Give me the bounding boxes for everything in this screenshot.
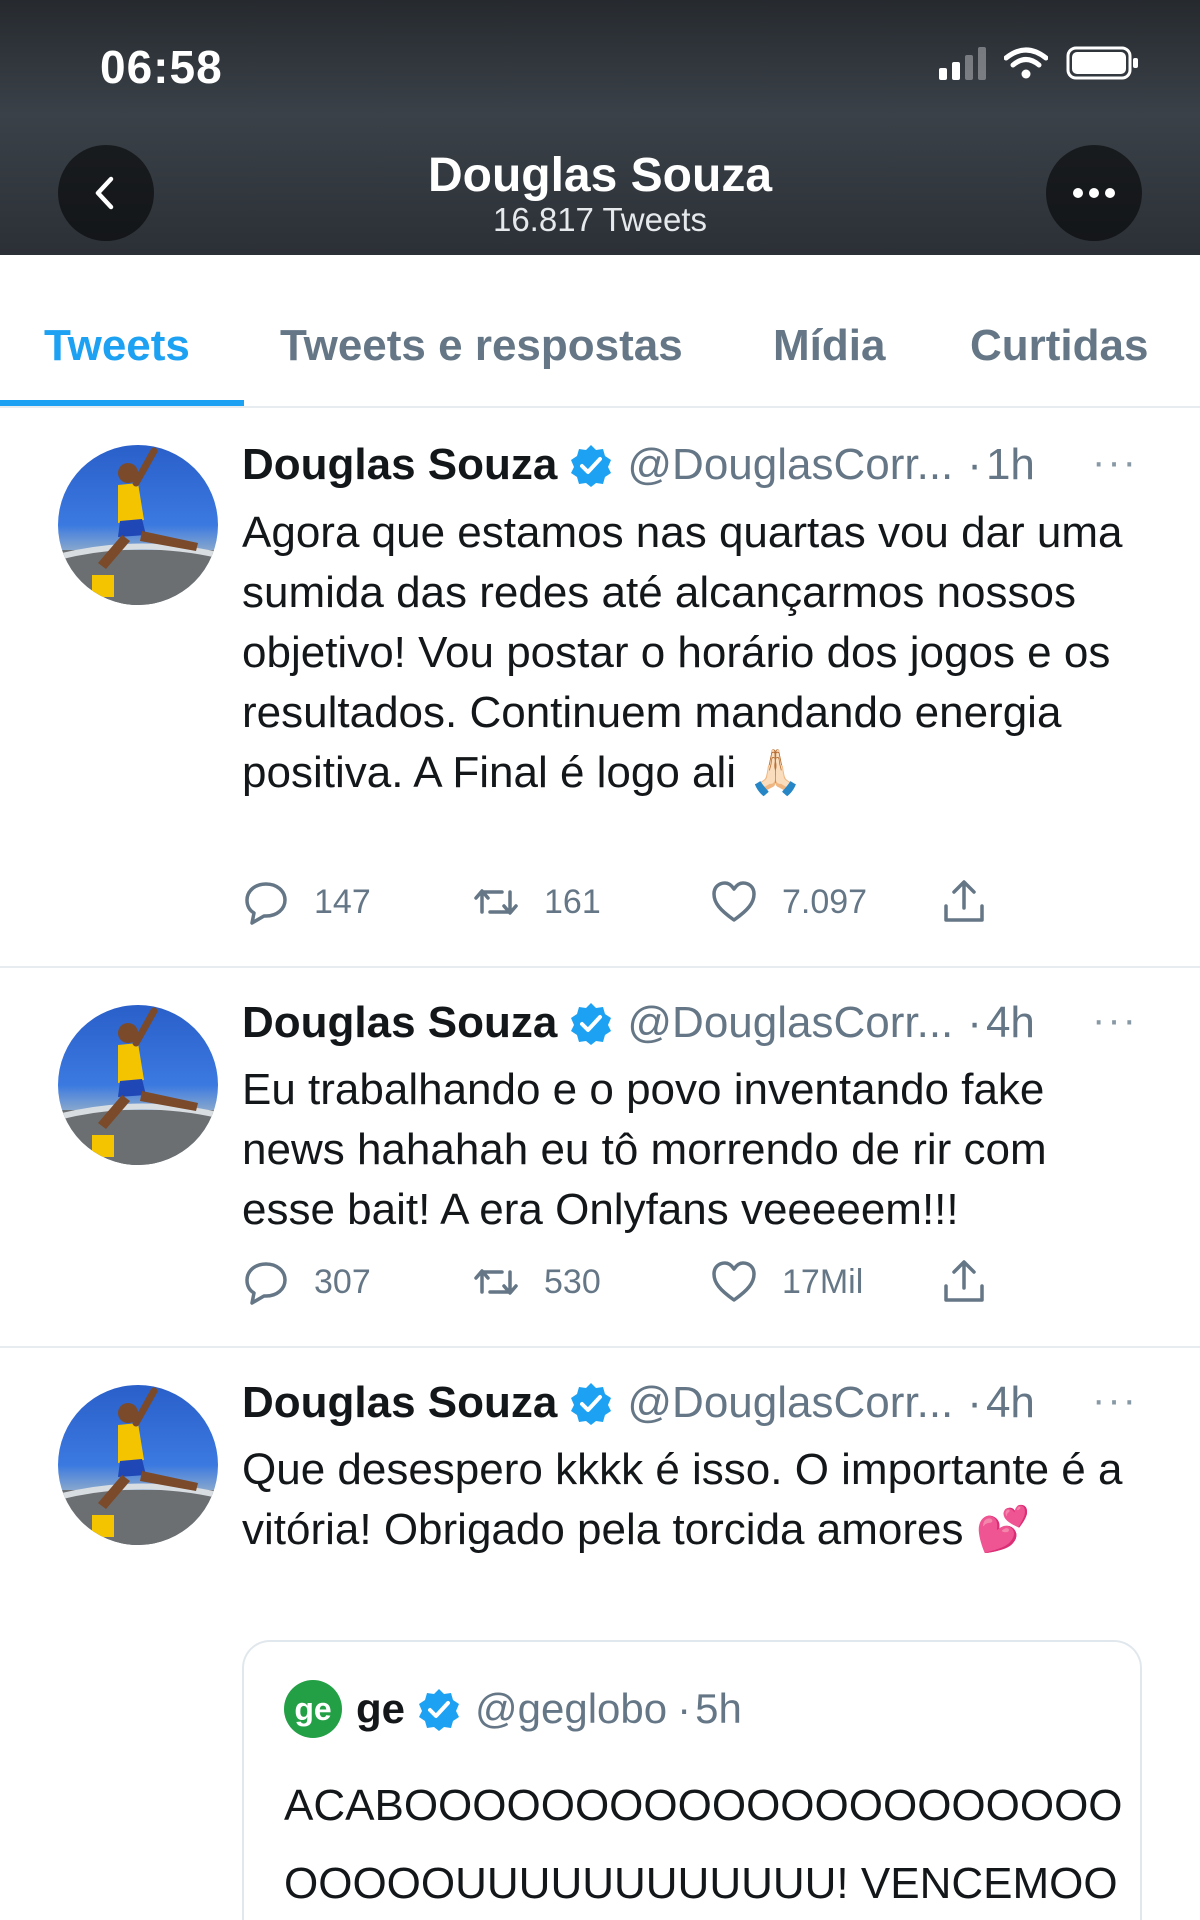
author-handle[interactable]: @DouglasCorr...: [627, 440, 953, 490]
tweet[interactable]: Douglas Souza @DouglasCorr... · 4h ··· E…: [0, 968, 1200, 1348]
share-icon: [944, 1260, 984, 1302]
author-name[interactable]: Douglas Souza: [242, 440, 557, 490]
like-button[interactable]: 7.097: [710, 878, 867, 926]
signal-icon: [939, 46, 986, 80]
separator-dot: ·: [967, 998, 982, 1047]
avatar-image: [58, 1007, 218, 1165]
tweet-menu-icon[interactable]: ···: [1092, 1378, 1138, 1423]
reply-button[interactable]: 147: [242, 878, 371, 926]
tweet-header: Douglas Souza @DouglasCorr... · 4h: [242, 998, 1035, 1048]
tweet-actions: 307 530 17Mil: [242, 1258, 1142, 1318]
retweet-icon: [474, 1269, 518, 1295]
heart-icon: [712, 1261, 756, 1302]
reply-count: 147: [314, 882, 371, 921]
reply-count: 307: [314, 1262, 371, 1301]
tweet-time[interactable]: 4h: [986, 998, 1035, 1048]
profile-header: 06:58 Douglas Souza 16.817 Tweets: [0, 0, 1200, 255]
tab-media[interactable]: Mídia: [773, 321, 885, 371]
quoted-author-handle: @geglobo: [475, 1685, 668, 1732]
quoted-tweet-time: 5h: [695, 1685, 742, 1732]
tweet[interactable]: Douglas Souza @DouglasCorr... · 1h ··· A…: [0, 408, 1200, 968]
active-tab-indicator: [0, 400, 244, 406]
tweet-text: Eu trabalhando e o povo inventando fake …: [242, 1065, 1047, 1234]
battery-icon: [1066, 46, 1138, 80]
avatar[interactable]: [58, 1385, 218, 1545]
retweet-icon: [474, 889, 518, 915]
tweet-actions: 147 161 7.097: [242, 878, 1142, 938]
tweet-text: Que desespero kkkk é isso. O importante …: [242, 1445, 1123, 1554]
separator-dot: ·: [967, 1378, 982, 1427]
retweet-button[interactable]: 530: [472, 1258, 601, 1306]
avatar-image: [58, 1387, 218, 1545]
tweet-menu-icon[interactable]: ···: [1092, 440, 1138, 485]
verified-badge-icon: [571, 1383, 612, 1425]
like-count: 7.097: [782, 882, 868, 921]
tab-tweets-and-replies[interactable]: Tweets e respostas: [280, 321, 683, 371]
tweet-header: Douglas Souza @DouglasCorr... · 1h: [242, 440, 1035, 490]
tweet[interactable]: Douglas Souza @DouglasCorr... · 4h ··· Q…: [0, 1348, 1200, 1920]
status-icons: [939, 46, 1140, 80]
quoted-tweet-header: ge ge @geglobo · 5h: [284, 1680, 742, 1738]
reply-button[interactable]: 307: [242, 1258, 371, 1306]
tweet-header: Douglas Souza @DouglasCorr... · 4h: [242, 1378, 1035, 1428]
tweet-count: 16.817 Tweets: [492, 201, 708, 238]
separator-dot: ·: [677, 1685, 692, 1732]
wifi-icon: [1004, 47, 1048, 79]
separator-dot: ·: [967, 440, 982, 489]
share-button[interactable]: [940, 878, 1012, 926]
author-handle[interactable]: @DouglasCorr...: [627, 1378, 953, 1428]
author-handle[interactable]: @DouglasCorr...: [627, 998, 953, 1048]
like-count: 17Mil: [782, 1262, 864, 1301]
profile-tabs: Tweets Tweets e respostas Mídia Curtidas: [0, 255, 1200, 408]
tab-likes[interactable]: Curtidas: [970, 321, 1148, 371]
tweet-time[interactable]: 1h: [986, 440, 1035, 490]
quoted-tweet-text: ACABOOOOOOOOOOOOOOOOOOOOOOOOOOUUUUUUUUUU…: [284, 1781, 1123, 1908]
like-button[interactable]: 17Mil: [710, 1258, 863, 1306]
verified-badge-icon: [419, 1689, 460, 1731]
ge-logo-avatar: ge: [284, 1680, 342, 1738]
retweet-button[interactable]: 161: [472, 878, 601, 926]
share-icon: [944, 880, 984, 922]
status-time: 06:58: [100, 41, 223, 93]
profile-name: Douglas Souza: [427, 149, 773, 202]
reply-icon: [245, 1262, 287, 1305]
avatar-image: [58, 447, 218, 605]
reply-icon: [245, 882, 287, 925]
verified-badge-icon: [571, 445, 612, 487]
tweet-text: Agora que estamos nas quartas vou dar um…: [242, 508, 1123, 797]
avatar[interactable]: [58, 1005, 218, 1165]
quoted-author-name: ge: [356, 1685, 406, 1732]
author-name[interactable]: Douglas Souza: [242, 1378, 557, 1428]
author-name[interactable]: Douglas Souza: [242, 998, 557, 1048]
more-button[interactable]: [1046, 145, 1142, 241]
retweet-count: 161: [544, 882, 601, 921]
tweet-time[interactable]: 4h: [986, 1378, 1035, 1428]
avatar[interactable]: [58, 445, 218, 605]
heart-icon: [712, 881, 756, 922]
verified-badge-icon: [571, 1003, 612, 1045]
quoted-tweet[interactable]: ge ge @geglobo · 5h ACABOOOOOOOOOOOOOOOO…: [242, 1640, 1142, 1920]
more-icon: [1073, 188, 1115, 198]
retweet-count: 530: [544, 1262, 601, 1301]
tweet-menu-icon[interactable]: ···: [1092, 998, 1138, 1043]
tab-tweets[interactable]: Tweets: [44, 321, 190, 371]
share-button[interactable]: [940, 1258, 1012, 1306]
